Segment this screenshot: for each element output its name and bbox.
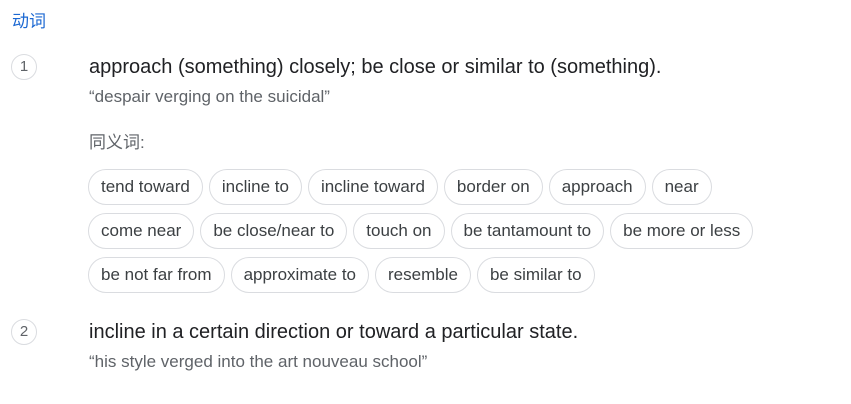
example-2: “his style verged into the art nouveau s… xyxy=(89,352,428,371)
sense-number-2: 2 xyxy=(11,319,37,345)
synonym-chip[interactable]: border on xyxy=(443,169,543,205)
synonym-chip[interactable]: touch on xyxy=(353,213,445,249)
definition-1: approach (something) closely; be close o… xyxy=(89,56,662,78)
synonym-chip[interactable]: be similar to xyxy=(476,257,595,293)
synonym-chip[interactable]: incline toward xyxy=(307,169,438,205)
synonym-chip[interactable]: be close/near to xyxy=(200,213,348,249)
synonym-chip[interactable]: come near xyxy=(88,213,195,249)
synonym-row-1: tend toward incline to incline toward bo… xyxy=(88,169,718,205)
synonym-chip[interactable]: be tantamount to xyxy=(450,213,605,249)
definition-2: incline in a certain direction or toward… xyxy=(89,321,579,343)
synonym-chip[interactable]: near xyxy=(651,169,712,205)
synonym-row-2: come near be close/near to touch on be t… xyxy=(88,213,759,249)
part-of-speech-label: 动词 xyxy=(12,12,46,31)
synonym-chip[interactable]: approach xyxy=(548,169,646,205)
synonym-row-3: be not far from approximate to resemble … xyxy=(88,257,601,293)
synonym-chip[interactable]: be not far from xyxy=(88,257,225,293)
synonym-chip[interactable]: resemble xyxy=(375,257,471,293)
synonym-chip[interactable]: tend toward xyxy=(88,169,203,205)
synonym-chip[interactable]: approximate to xyxy=(230,257,370,293)
synonym-chip[interactable]: incline to xyxy=(208,169,302,205)
sense-number-1: 1 xyxy=(11,54,37,80)
synonyms-heading: 同义词: xyxy=(89,133,145,152)
example-1: “despair verging on the suicidal” xyxy=(89,87,330,106)
synonym-chip[interactable]: be more or less xyxy=(610,213,754,249)
